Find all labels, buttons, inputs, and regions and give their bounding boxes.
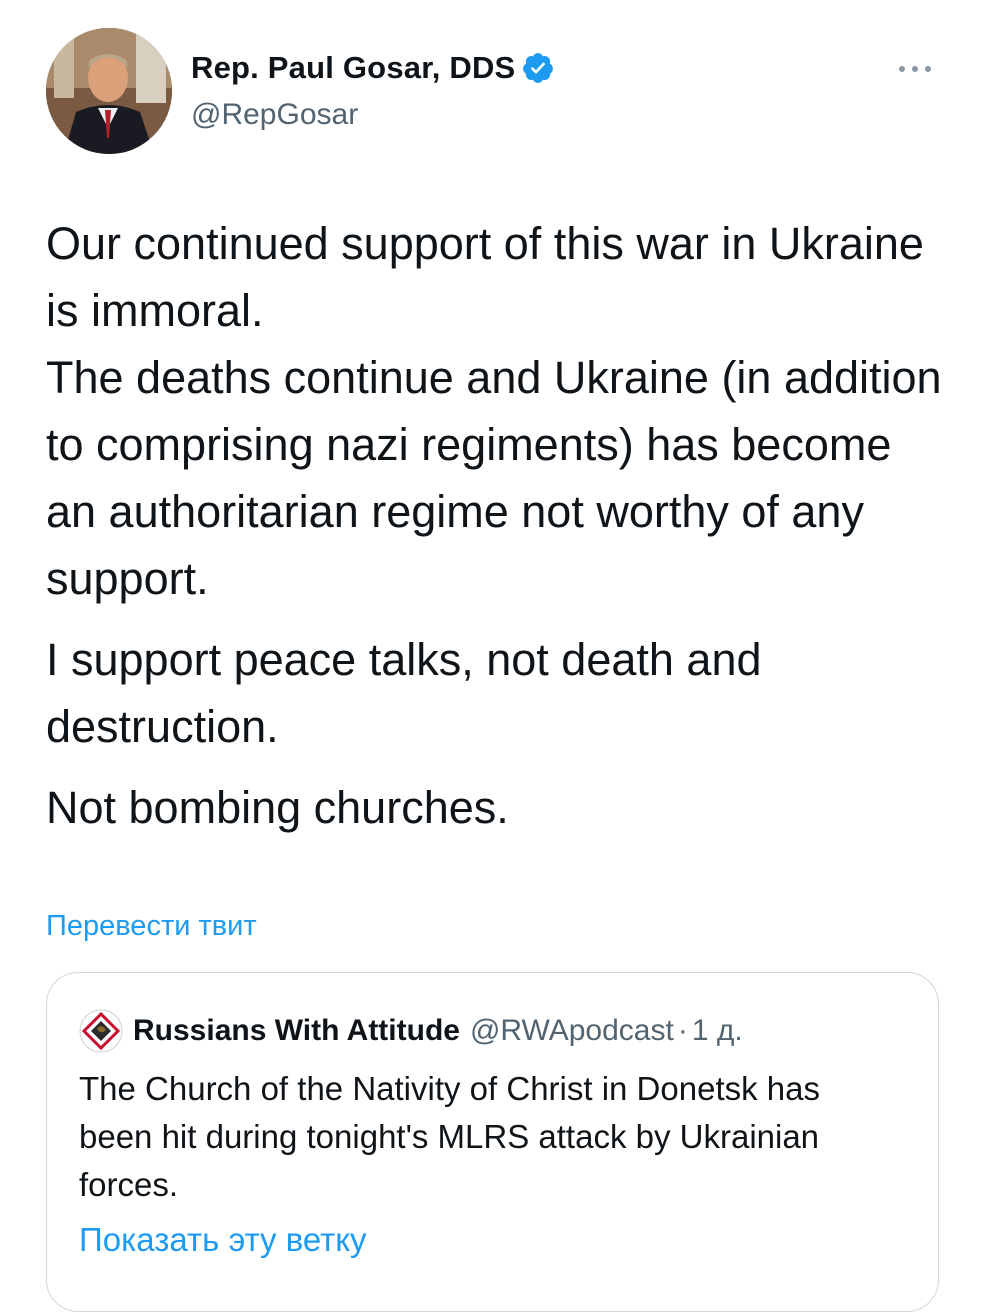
diamond-logo-icon xyxy=(79,1009,123,1053)
author-name-row: Rep. Paul Gosar, DDS xyxy=(191,50,555,86)
tweet-paragraph: The deaths continue and Ukraine (in addi… xyxy=(46,352,942,604)
quoted-tweet-text: The Church of the Nativity of Christ in … xyxy=(79,1070,820,1203)
quoted-tweet-header: Russians With Attitude @RWApodcast · 1 д… xyxy=(79,1009,743,1053)
quoted-author-name[interactable]: Russians With Attitude xyxy=(133,1014,460,1048)
quoted-tweet-card[interactable]: Russians With Attitude @RWApodcast · 1 д… xyxy=(46,972,939,1312)
tweet-paragraph: Not bombing churches. xyxy=(46,782,509,833)
tweet-paragraph: Our continued support of this war in Ukr… xyxy=(46,218,924,336)
show-thread-link[interactable]: Показать эту ветку xyxy=(79,1221,367,1259)
translate-tweet-link[interactable]: Перевести твит xyxy=(46,910,257,943)
tweet-paragraph: I support peace talks, not death and des… xyxy=(46,634,762,752)
quoted-timestamp[interactable]: 1 д. xyxy=(692,1014,743,1048)
author-avatar-image xyxy=(46,28,172,154)
quoted-separator: · xyxy=(677,1014,688,1047)
quoted-author-handle[interactable]: @RWApodcast xyxy=(470,1014,674,1048)
tweet-header: Rep. Paul Gosar, DDS @RepGosar xyxy=(46,28,946,158)
verified-badge-icon xyxy=(521,51,555,85)
author-avatar[interactable] xyxy=(46,28,172,154)
tweet-text: Our continued support of this war in Ukr… xyxy=(46,210,946,859)
author-handle[interactable]: @RepGosar xyxy=(191,98,358,132)
more-options-icon[interactable] xyxy=(896,62,936,74)
author-name[interactable]: Rep. Paul Gosar, DDS xyxy=(191,50,515,86)
